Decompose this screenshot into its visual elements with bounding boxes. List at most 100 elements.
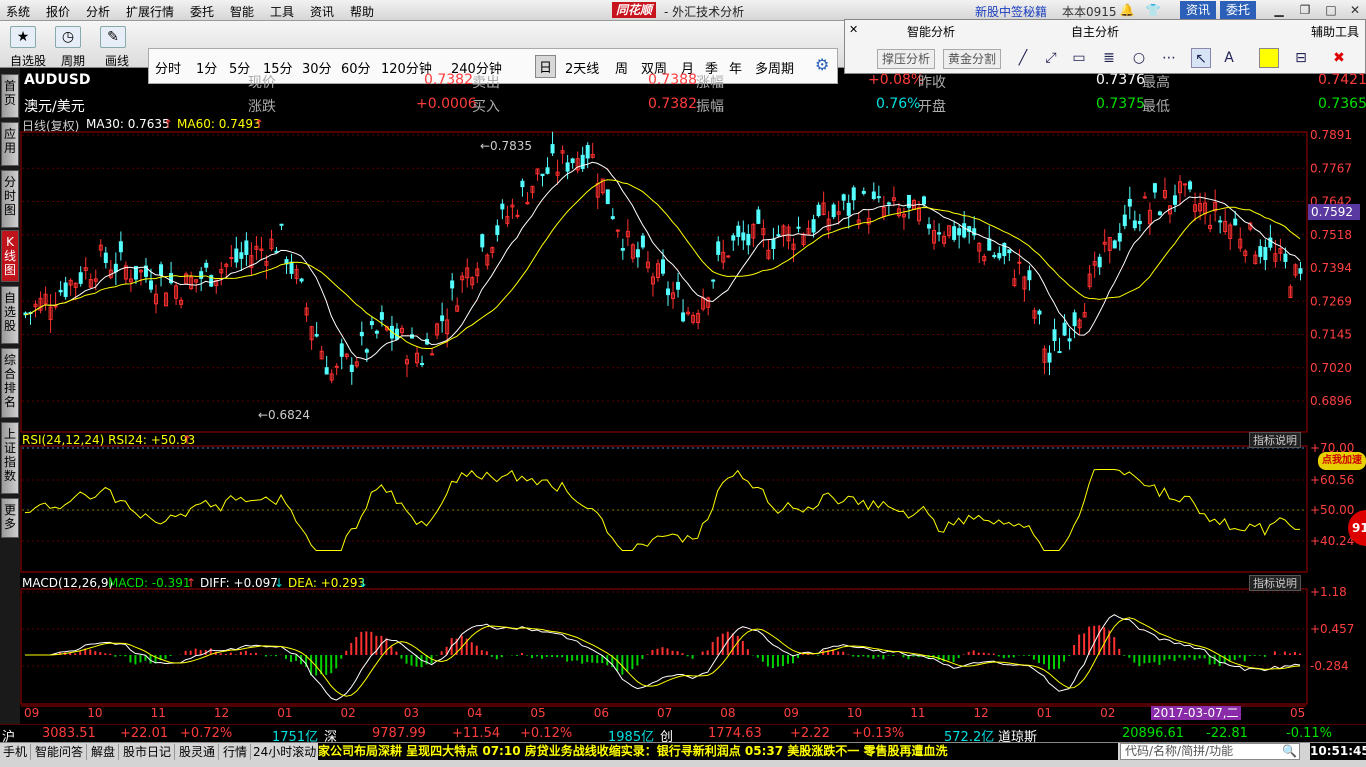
nav-ranking[interactable]: 综合排名: [1, 348, 19, 418]
bell-icon[interactable]: 🔔: [1118, 2, 1136, 18]
candle-body: [937, 232, 942, 235]
price-tick: 0.7891: [1310, 128, 1352, 142]
candle-body: [1122, 214, 1127, 227]
kline-chart[interactable]: 0.78910.77670.76420.75180.73940.72690.71…: [20, 115, 1366, 723]
candle-body: [349, 364, 354, 372]
candle-body: [1027, 270, 1032, 281]
candle-body: [159, 264, 164, 276]
cursor-tool-icon[interactable]: ↖: [1191, 48, 1211, 68]
panel-close-icon[interactable]: ✕: [849, 23, 858, 36]
version-label: 本本0915: [1062, 5, 1117, 19]
index-ticker: 沪 3083.51 +22.01 +0.72% 1751亿 深 9787.99 …: [0, 724, 1366, 745]
restore-icon[interactable]: ❐: [1296, 2, 1314, 18]
candle-body: [1017, 261, 1022, 264]
nav-apps[interactable]: 应用: [1, 122, 19, 166]
menu-news[interactable]: 资讯: [310, 3, 334, 20]
candle-body: [450, 280, 455, 289]
value-sell: 0.7388: [648, 72, 697, 88]
candle-body: [359, 331, 364, 337]
speedup-badge[interactable]: 点我加速: [1318, 452, 1366, 470]
menu-ext-quote[interactable]: 扩展行情: [126, 3, 174, 20]
nav-more[interactable]: 更多: [1, 498, 19, 538]
line-tool-icon[interactable]: ╱: [1013, 48, 1033, 68]
golden-section-button[interactable]: 黄金分割: [943, 49, 1002, 69]
ellipse-tool-icon[interactable]: ○: [1129, 48, 1149, 68]
search-input[interactable]: 代码/名称/简拼/功能: [1120, 743, 1300, 760]
text-tool-icon[interactable]: A: [1219, 48, 1239, 68]
search-icon[interactable]: 🔍: [1282, 744, 1297, 758]
tab-period-60m[interactable]: 60分: [341, 58, 371, 77]
draw-pen-icon[interactable]: ✎: [100, 26, 126, 48]
label-chgpct: 涨幅: [696, 75, 724, 91]
nav-watchlist[interactable]: 自选股: [1, 286, 19, 344]
price-tick: 0.6896: [1310, 394, 1352, 408]
ray-tool-icon[interactable]: ⤢: [1041, 48, 1061, 68]
maximize-icon[interactable]: □: [1322, 2, 1340, 18]
status-tab-lingtong[interactable]: 股灵通: [176, 744, 220, 760]
rsi-frame: [20, 445, 1308, 573]
menu-trade[interactable]: 委托: [190, 3, 214, 20]
status-tab-24h[interactable]: 24小时滚动: [250, 744, 321, 760]
newstock-link[interactable]: 新股中签秘籍: [975, 3, 1047, 20]
rect-tool-icon[interactable]: ▭: [1069, 48, 1089, 68]
tab-period-multi[interactable]: 多周期: [755, 58, 794, 77]
tab-period-week[interactable]: 周: [615, 58, 628, 77]
menu-help[interactable]: 帮助: [350, 3, 374, 20]
tab-period-1m[interactable]: 1分: [196, 58, 217, 77]
settings-gear-icon[interactable]: ⚙: [815, 55, 829, 74]
analysis-panel: ✕ 智能分析 自主分析 辅助工具 撑压分析 黄金分割 ╱ ⤢ ▭ ≣ ○ ⋯ ↖…: [844, 19, 1366, 74]
tab-period-year[interactable]: 年: [729, 58, 742, 77]
period-clock-icon[interactable]: ◷: [55, 26, 81, 48]
menu-quote[interactable]: 报价: [46, 3, 70, 20]
status-tab-quotes[interactable]: 行情: [220, 744, 252, 760]
status-tab-analysis[interactable]: 解盘: [88, 744, 120, 760]
self-analysis-header: 自主分析: [1071, 25, 1120, 39]
candle-body: [229, 257, 234, 260]
news-button[interactable]: 资讯: [1180, 1, 1217, 19]
close-icon[interactable]: ✕: [1346, 2, 1364, 18]
nav-kline[interactable]: K线图: [1, 230, 19, 282]
minimize-icon[interactable]: ▁: [1270, 2, 1288, 18]
rsi-help-button[interactable]: 指标说明: [1249, 432, 1301, 448]
status-tab-qa[interactable]: 智能问答: [32, 744, 88, 760]
ticker-sh-pct: +0.72%: [180, 726, 233, 741]
candle-body: [1132, 220, 1137, 229]
ticker-dj-pct: -0.11%: [1286, 726, 1332, 741]
candle-body: [605, 189, 610, 205]
fib-tool-icon[interactable]: ≣: [1099, 48, 1119, 68]
macd-help-button[interactable]: 指标说明: [1249, 575, 1301, 591]
value-prev-close: 0.7376: [1096, 72, 1145, 88]
menu-smart[interactable]: 智能: [230, 3, 254, 20]
candle-body: [992, 254, 997, 258]
smart-analysis-header: 智能分析: [907, 25, 956, 39]
nav-home[interactable]: 首页: [1, 74, 19, 118]
nav-timeshare[interactable]: 分时图: [1, 170, 19, 228]
x-axis-label: 07: [657, 706, 672, 720]
support-resistance-button[interactable]: 撑压分析: [877, 49, 936, 69]
status-tab-mobile[interactable]: 手机: [0, 744, 32, 760]
delete-drawing-icon[interactable]: ✖: [1329, 48, 1349, 68]
news-scroller[interactable]: 家公司布局深耕 呈现四大特点 07:10 房贷业务战线收缩实录：银行寻新利润点 …: [318, 743, 1118, 760]
status-tab-diary[interactable]: 股市日记: [120, 744, 176, 760]
nav-sh-index[interactable]: 上证指数: [1, 422, 19, 494]
tab-period-timeshare[interactable]: 分时: [155, 58, 181, 77]
candle-body: [515, 214, 520, 217]
save-drawing-icon[interactable]: ⊟: [1291, 48, 1311, 68]
tab-period-30m[interactable]: 30分: [302, 58, 332, 77]
menu-system[interactable]: 系统: [6, 3, 30, 20]
color-picker[interactable]: [1259, 48, 1279, 68]
candle-body: [1062, 322, 1067, 336]
macd-label: MACD(12,26,9): [22, 576, 114, 590]
more-tools-icon[interactable]: ⋯: [1159, 48, 1179, 68]
tab-period-2day[interactable]: 2天线: [565, 58, 599, 77]
tab-period-day[interactable]: 日: [535, 55, 557, 78]
trade-button[interactable]: 委托: [1220, 1, 1257, 19]
ma60-arrow-icon: ↑: [254, 117, 265, 131]
cursor-date-tag: 2017-03-07,二: [1151, 706, 1241, 720]
menu-analysis[interactable]: 分析: [86, 3, 110, 20]
watchlist-star-icon[interactable]: ★: [10, 26, 36, 48]
candle-body: [1097, 256, 1102, 268]
shirt-icon[interactable]: 👕: [1144, 2, 1162, 18]
window-title: - 外汇技术分析: [664, 5, 745, 19]
menu-tools[interactable]: 工具: [270, 3, 294, 20]
